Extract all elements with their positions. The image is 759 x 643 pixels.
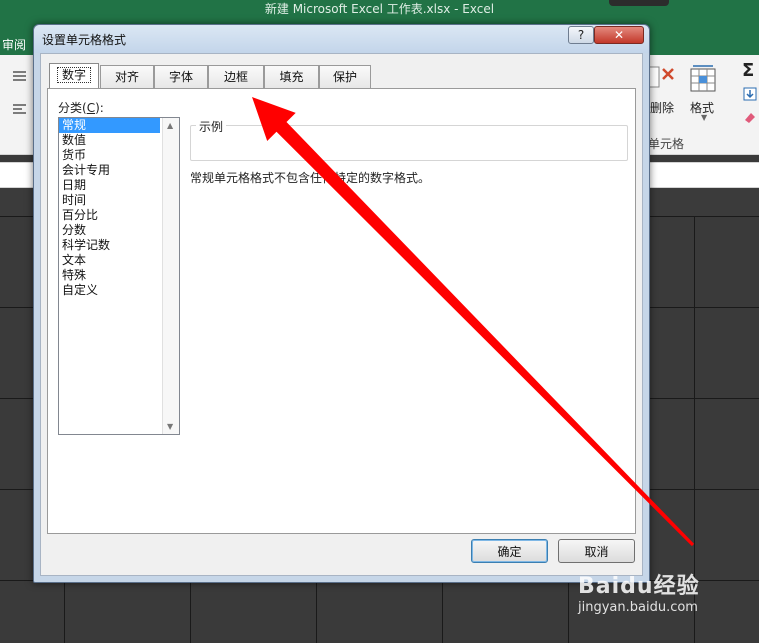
- watermark-url: jingyan.baidu.com: [578, 600, 698, 615]
- baidu-watermark: Baidu经验 jingyan.baidu.com: [578, 568, 700, 615]
- arrow-icon: [252, 97, 695, 547]
- annotation-arrow: [252, 97, 695, 547]
- arrow-shape: [252, 97, 695, 547]
- watermark-brand: Baidu经验: [578, 574, 700, 599]
